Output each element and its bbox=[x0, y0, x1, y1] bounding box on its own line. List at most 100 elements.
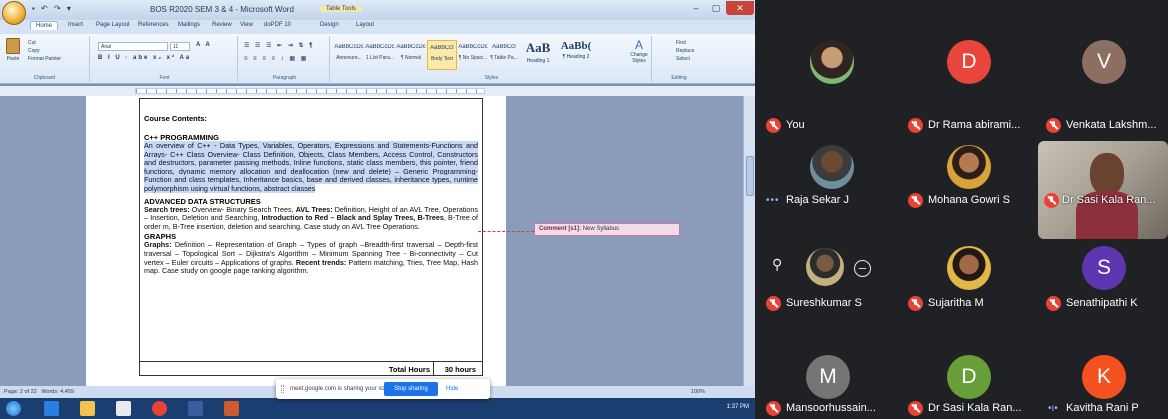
chrome-icon[interactable] bbox=[152, 401, 167, 416]
font-name-select[interactable]: Arial bbox=[98, 42, 168, 51]
document-area: Course Contents: C++ PROGRAMMING An over… bbox=[0, 96, 755, 386]
participant-tile-mansoorhussain[interactable]: M Mansoorhussain... bbox=[760, 343, 900, 419]
participant-tile-mohana[interactable]: Mohana Gowri S bbox=[902, 141, 1036, 239]
find-button[interactable]: Find bbox=[676, 40, 686, 46]
participant-tile-sujaritha[interactable]: Sujaritha M bbox=[902, 242, 1036, 340]
participant-name: Mohana Gowri S bbox=[928, 194, 1010, 206]
tab-insert[interactable]: Insert bbox=[68, 22, 83, 28]
paste-button[interactable]: Paste bbox=[4, 38, 22, 68]
explorer-icon[interactable] bbox=[80, 401, 95, 416]
font-format-buttons[interactable]: B I U · abe x₂ x² Aa bbox=[98, 55, 191, 61]
close-button[interactable]: ✕ bbox=[726, 1, 754, 15]
drag-handle-icon[interactable] bbox=[281, 385, 284, 393]
list-buttons[interactable]: ☰ ☰ ☰ ⇤ ⇥ ⇅ ¶ bbox=[244, 42, 315, 49]
participant-tile-raja[interactable]: ••• Raja Sekar J bbox=[760, 141, 900, 239]
scroll-thumb[interactable] bbox=[746, 156, 754, 196]
style-table-paragraph[interactable]: AaBbCcI ¶ Table Pa... bbox=[489, 40, 519, 70]
mic-off-icon bbox=[908, 401, 923, 416]
font-size-select[interactable]: 11 bbox=[170, 42, 190, 51]
font-group: Arial 11 A A B I U · abe x₂ x² Aa Font bbox=[92, 36, 238, 82]
shared-screen: ▪ ↶ ↷ ▾ BOS R2020 SEM 3 & 4 - Microsoft … bbox=[0, 0, 755, 419]
avatar bbox=[947, 246, 991, 290]
word-title-bar: ▪ ↶ ↷ ▾ BOS R2020 SEM 3 & 4 - Microsoft … bbox=[0, 0, 755, 25]
replace-button[interactable]: Replace bbox=[676, 48, 694, 54]
quick-access-toolbar[interactable]: ▪ ↶ ↷ ▾ bbox=[32, 4, 73, 13]
section-body-cpp[interactable]: An overview of C++ - Data Types, Variabl… bbox=[144, 141, 478, 194]
font-label: Font bbox=[159, 75, 170, 81]
more-options-icon[interactable]: ••• bbox=[766, 195, 780, 206]
tab-design[interactable]: Design bbox=[320, 22, 339, 28]
format-painter-button[interactable]: Format Painter bbox=[28, 56, 61, 62]
select-button[interactable]: Select bbox=[676, 56, 690, 62]
tab-home[interactable]: Home bbox=[30, 21, 59, 30]
style-annexure[interactable]: AaBbCcDc Annexure... bbox=[334, 40, 364, 70]
syllabus-table: Course Contents: C++ PROGRAMMING An over… bbox=[139, 98, 483, 376]
avatar bbox=[806, 248, 844, 286]
style-heading-1[interactable]: AaB Heading 1 bbox=[520, 40, 556, 70]
vertical-scrollbar[interactable] bbox=[743, 96, 755, 386]
participant-name: Senathipathi K bbox=[1066, 297, 1138, 309]
minimize-button[interactable]: – bbox=[686, 1, 706, 15]
mic-off-icon bbox=[1046, 296, 1061, 311]
participant-name: Dr Rama abirami... bbox=[928, 119, 1021, 131]
total-hours-row: Total Hours 30 hours bbox=[140, 361, 482, 376]
participant-tile-rama[interactable]: D Dr Rama abirami... bbox=[902, 40, 1036, 138]
styles-group: AaBbCcDc Annexure... AaBbCcDc 1 List Par… bbox=[332, 36, 652, 82]
mic-off-icon bbox=[766, 118, 781, 133]
powerpoint-icon[interactable] bbox=[224, 401, 239, 416]
participant-tile-sureshkumar[interactable]: ⚲ – Sureshkumar S bbox=[760, 242, 900, 340]
style-list-paragraph[interactable]: AaBbCcDc 1 List Para... bbox=[365, 40, 395, 70]
avatar: K bbox=[1082, 355, 1126, 399]
paste-icon bbox=[6, 38, 20, 54]
participant-tile-senathipathi[interactable]: S Senathipathi K bbox=[1040, 242, 1168, 340]
comment-connector bbox=[478, 231, 534, 232]
participant-tile-kavitha[interactable]: K •ı• Kavitha Rani P bbox=[1040, 343, 1168, 419]
screen-share-bar: meet.google.com is sharing your screen. … bbox=[276, 379, 490, 399]
tab-mailings[interactable]: Mailings bbox=[178, 22, 200, 28]
style-heading-2[interactable]: AaBb( ¶ Heading 2 bbox=[557, 40, 595, 70]
stop-sharing-button[interactable]: Stop sharing bbox=[384, 382, 438, 396]
participant-tile-venkata[interactable]: V Venkata Lakshm... bbox=[1040, 40, 1168, 138]
participant-tile-you[interactable]: You bbox=[760, 40, 900, 138]
section-body-graphs[interactable]: Graphs: Definition – Representation of G… bbox=[144, 241, 478, 275]
browser-icon[interactable] bbox=[44, 401, 59, 416]
word-icon[interactable] bbox=[188, 401, 203, 416]
section-body-ads[interactable]: Search trees: Overview- Binary Search Tr… bbox=[144, 205, 478, 232]
ruler-scale bbox=[135, 88, 485, 94]
grow-shrink-font-buttons[interactable]: A A bbox=[196, 42, 212, 48]
style-normal[interactable]: AaBbCcDc ¶ Normal bbox=[396, 40, 426, 70]
pin-icon[interactable]: ⚲ bbox=[772, 256, 782, 273]
table-tools-label: Table Tools bbox=[320, 6, 362, 12]
taskbar-clock: 1:37 PM bbox=[726, 404, 749, 410]
horizontal-ruler bbox=[0, 86, 755, 96]
app-icon[interactable] bbox=[116, 401, 131, 416]
zoom-level[interactable]: 100% bbox=[691, 389, 705, 395]
office-button-icon[interactable] bbox=[2, 1, 26, 25]
change-styles-button[interactable]: A Change Styles bbox=[629, 38, 649, 64]
remove-icon[interactable]: – bbox=[854, 260, 871, 277]
tab-review[interactable]: Review bbox=[212, 22, 232, 28]
participant-tile-sasi-kala[interactable]: D Dr Sasi Kala Ran... bbox=[902, 343, 1036, 419]
maximize-button[interactable]: ▢ bbox=[706, 1, 726, 15]
page-count: Page: 2 of 22 Words: 4,459 bbox=[4, 389, 74, 395]
avatar: V bbox=[1082, 40, 1126, 84]
participant-name: You bbox=[786, 119, 805, 131]
tab-page-layout[interactable]: Page Layout bbox=[96, 22, 130, 28]
ribbon-tabs: Home Insert Page Layout References Maili… bbox=[0, 20, 755, 34]
copy-button[interactable]: Copy bbox=[28, 48, 40, 54]
tab-view[interactable]: View bbox=[240, 22, 253, 28]
participant-tile-sasi-kala-video[interactable]: Dr Sasi Kala Ran... bbox=[1038, 141, 1168, 239]
tab-references[interactable]: References bbox=[138, 22, 169, 28]
comment-balloon[interactable]: Comment [s1]: New Syllabus bbox=[534, 223, 680, 236]
alignment-buttons[interactable]: ≡ ≡ ≡ ≡ ↕ ▦ ▦ bbox=[244, 55, 308, 62]
tab-layout[interactable]: Layout bbox=[356, 22, 374, 28]
style-no-spacing[interactable]: AaBbCcDc ¶ No Spaci... bbox=[458, 40, 488, 70]
style-body-text[interactable]: AaBbCcI Body Text bbox=[427, 40, 457, 70]
start-button-icon[interactable] bbox=[6, 401, 21, 416]
cut-button[interactable]: Cut bbox=[28, 40, 36, 46]
participant-name: Raja Sekar J bbox=[786, 194, 849, 206]
hide-button[interactable]: Hide bbox=[446, 386, 458, 392]
avatar bbox=[810, 145, 854, 189]
paragraph-group: ☰ ☰ ☰ ⇤ ⇥ ⇅ ¶ ≡ ≡ ≡ ≡ ↕ ▦ ▦ Paragraph bbox=[240, 36, 330, 82]
tab-dopdf[interactable]: doPDF 10 bbox=[264, 22, 291, 28]
